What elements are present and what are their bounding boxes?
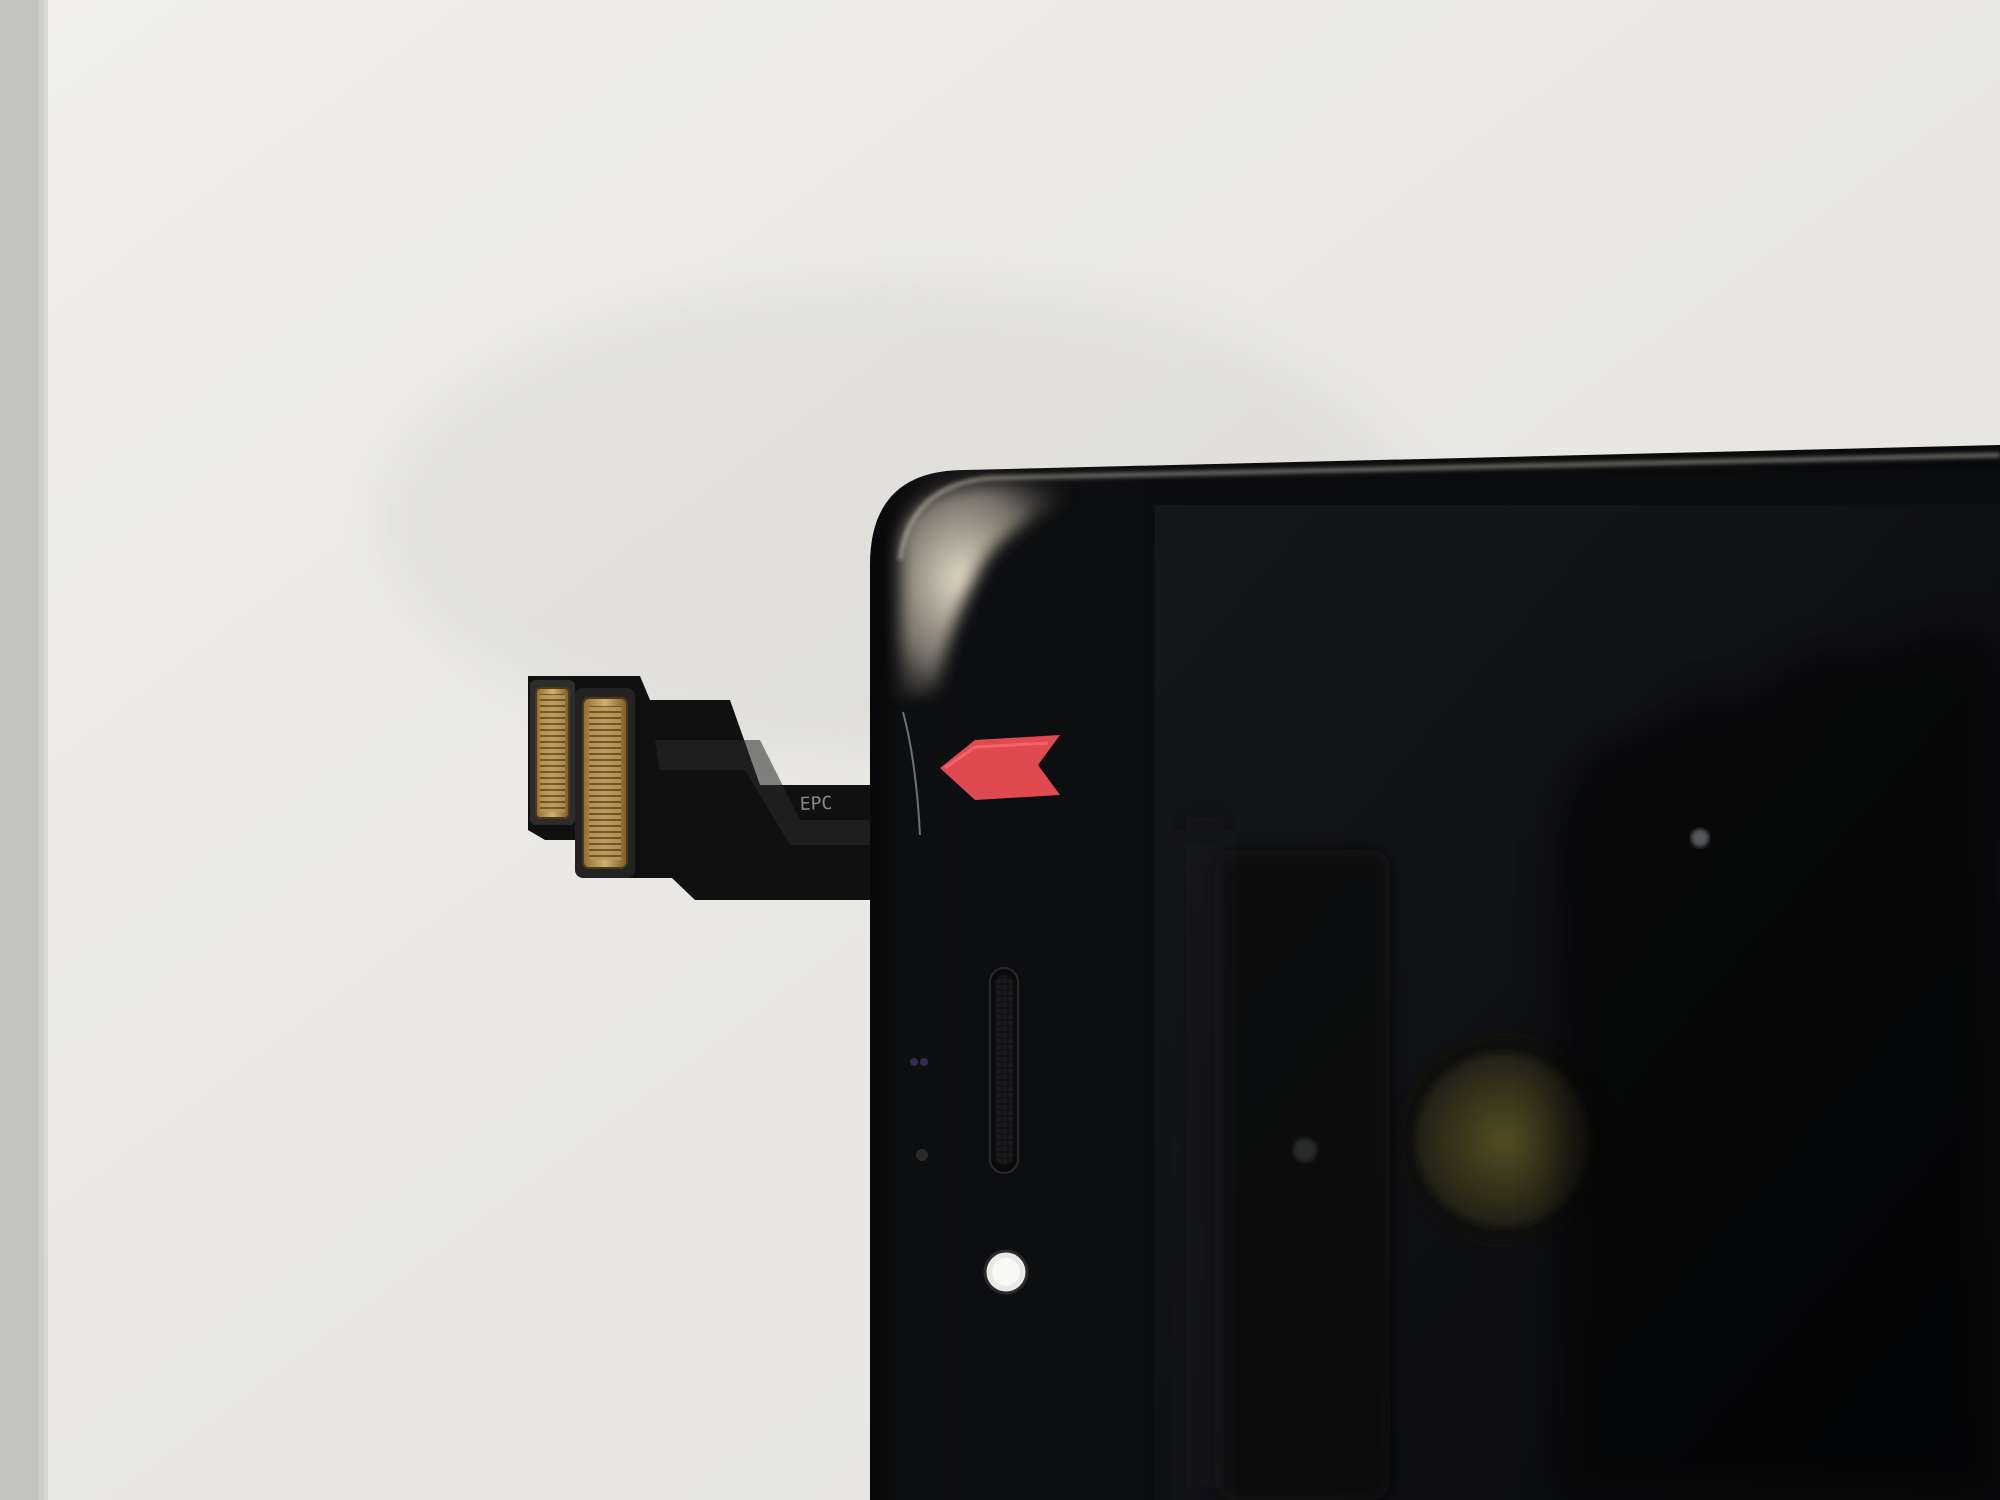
display-vignette: [1155, 505, 2000, 1500]
front-camera-hole: [983, 1249, 1029, 1295]
phone-display-assembly: [870, 445, 2000, 1500]
flex-cable-printed-text: EPC: [799, 793, 832, 815]
earpiece-speaker: [989, 967, 1019, 1174]
photo-scene: EPC: [0, 0, 2000, 1500]
flex-connector-2: [575, 688, 635, 878]
flex-connector-1: [530, 680, 575, 825]
ambient-light-sensor: [916, 1149, 928, 1161]
scene-svg: EPC: [0, 0, 2000, 1500]
left-edge-strip: [0, 0, 44, 1500]
paper-edge: [38, 0, 48, 1500]
